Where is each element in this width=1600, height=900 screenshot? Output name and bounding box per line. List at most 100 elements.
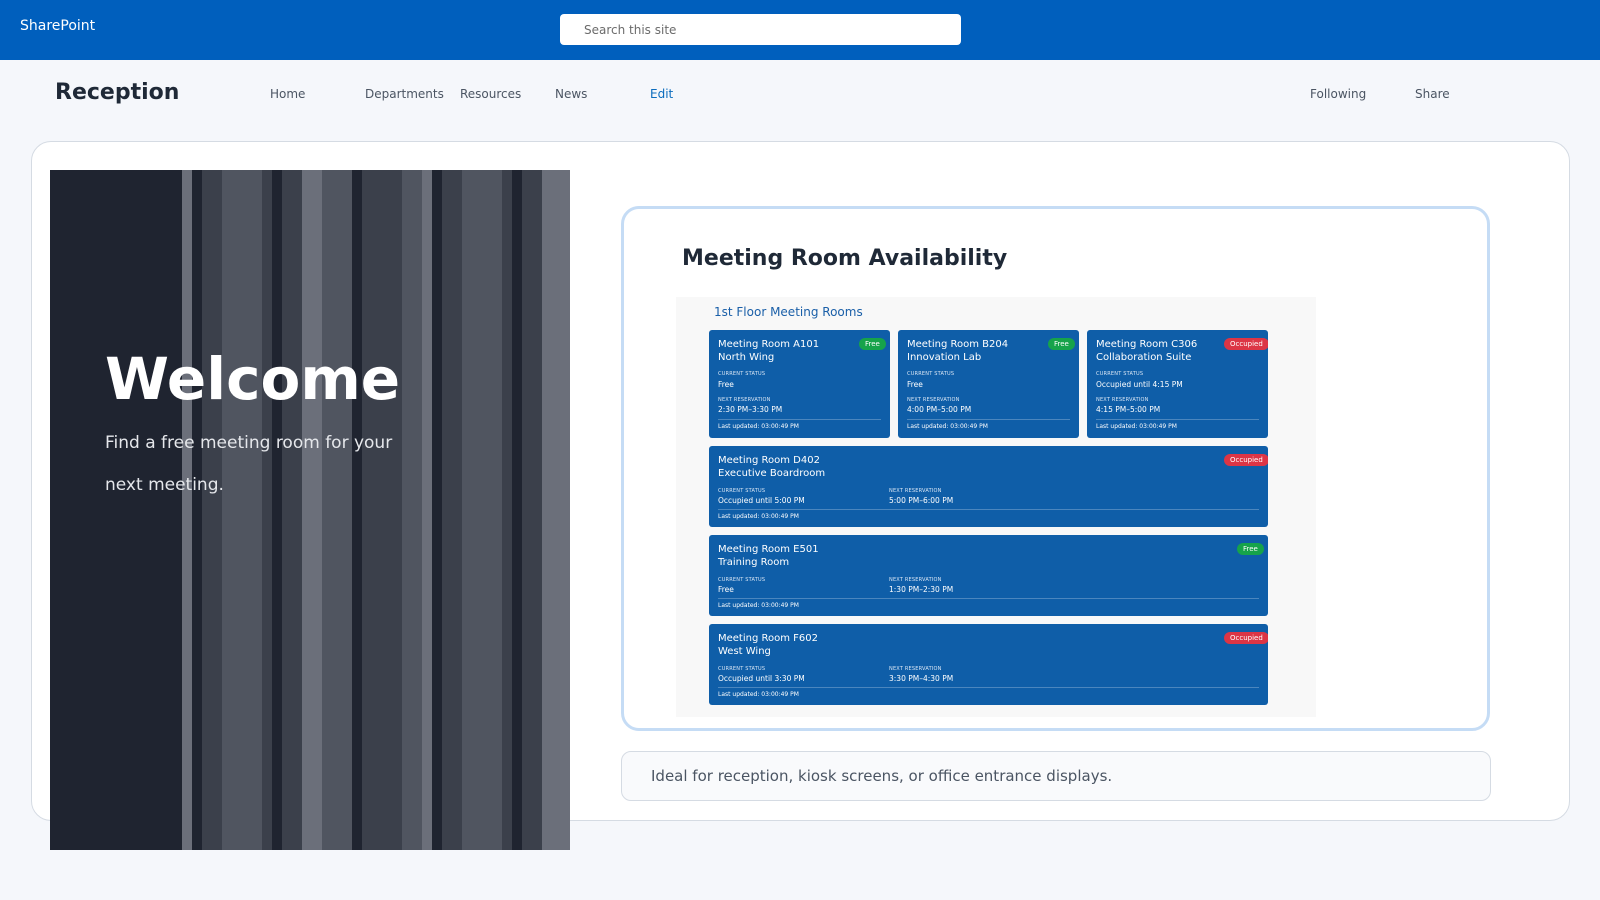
room-card[interactable]: Meeting Room C306 Collaboration Suite Occu…	[1087, 330, 1268, 438]
last-updated: Last updated: 03:00:49 PM	[718, 513, 799, 520]
next-reservation-value: 3:30 PM–4:30 PM	[889, 674, 954, 683]
nav-edit[interactable]: Edit	[650, 87, 673, 101]
hero-stripe	[482, 170, 502, 850]
room-availability-widget: Meeting Room Availability 1st Floor Meet…	[621, 206, 1490, 731]
current-status-value: Occupied until 5:00 PM	[718, 496, 805, 505]
card-divider	[907, 419, 1070, 420]
room-location: Collaboration Suite	[1096, 352, 1192, 363]
current-status-label: CURRENT STATUS	[718, 371, 766, 377]
status-badge: Occupied	[1224, 454, 1268, 466]
search-input[interactable]	[584, 14, 944, 45]
share-button[interactable]: Share	[1415, 87, 1450, 101]
hero-stripe	[402, 170, 422, 850]
current-status-value: Free	[907, 380, 923, 389]
status-badge: Occupied	[1224, 632, 1268, 644]
hero-banner: Welcome Find a free meeting room for you…	[50, 170, 570, 850]
room-location: Innovation Lab	[907, 352, 982, 363]
next-reservation-label: NEXT RESERVATION	[889, 666, 942, 672]
room-card[interactable]: Meeting Room F602 West Wing Occupied CURREN…	[709, 624, 1268, 705]
room-name-block: Meeting Room C306 Collaboration Suite	[1096, 338, 1197, 364]
next-reservation-value: 4:15 PM–5:00 PM	[1096, 405, 1161, 414]
room-name: Meeting Room E501	[718, 544, 819, 555]
app-name[interactable]: SharePoint	[20, 18, 95, 34]
room-card[interactable]: Meeting Room B204 Innovation Lab Free CURRE…	[898, 330, 1079, 438]
room-location: Executive Boardroom	[718, 468, 826, 479]
widget-title: Meeting Room Availability	[682, 246, 1008, 271]
room-name: Meeting Room C306	[1096, 339, 1198, 350]
hero-stripe	[422, 170, 432, 850]
next-reservation-value: 5:00 PM–6:00 PM	[889, 496, 954, 505]
hero-stripe	[182, 170, 192, 850]
floor-title: 1st Floor Meeting Rooms	[714, 305, 863, 319]
current-status-label: CURRENT STATUS	[718, 488, 766, 494]
site-header: Reception Home Departments Resources New…	[0, 60, 1600, 140]
last-updated: Last updated: 03:00:49 PM	[718, 691, 799, 698]
nav-news[interactable]: News	[555, 87, 587, 101]
card-divider	[718, 509, 1259, 510]
room-name: Meeting Room D402	[718, 455, 820, 466]
last-updated: Last updated: 03:00:49 PM	[1096, 423, 1177, 430]
current-status-value: Occupied until 4:15 PM	[1096, 380, 1183, 389]
hero-stripe	[342, 170, 352, 850]
next-reservation-label: NEXT RESERVATION	[907, 397, 960, 403]
room-name: Meeting Room F602	[718, 633, 818, 644]
following-button[interactable]: Following	[1310, 87, 1366, 101]
current-status-label: CURRENT STATUS	[907, 371, 955, 377]
last-updated: Last updated: 03:00:49 PM	[718, 602, 799, 609]
room-name: Meeting Room A101	[718, 339, 820, 350]
hero-stripe	[562, 170, 570, 850]
nav-departments[interactable]: Departments	[365, 87, 444, 101]
room-name-block: Meeting Room D402 Executive Boardroom	[718, 454, 825, 480]
room-name-block: Meeting Room A101 North Wing	[718, 338, 819, 364]
current-status-value: Occupied until 3:30 PM	[718, 674, 805, 683]
hero-stripe	[282, 170, 302, 850]
search-box[interactable]	[560, 14, 961, 45]
hero-title: Welcome	[105, 345, 401, 413]
hero-stripe	[242, 170, 262, 850]
nav-resources[interactable]: Resources	[460, 87, 521, 101]
hero-stripe	[322, 170, 342, 850]
hero-stripe	[362, 170, 382, 850]
room-card[interactable]: Meeting Room A101 North Wing Free CURRENT S…	[709, 330, 890, 438]
next-reservation-label: NEXT RESERVATION	[718, 397, 771, 403]
hero-stripe	[202, 170, 222, 850]
room-panel: 1st Floor Meeting Rooms Meeting Room A10…	[676, 297, 1316, 717]
last-updated: Last updated: 03:00:49 PM	[718, 423, 799, 430]
card-divider	[718, 419, 881, 420]
status-badge: Free	[1237, 543, 1264, 555]
current-status-label: CURRENT STATUS	[1096, 371, 1144, 377]
room-location: West Wing	[718, 646, 771, 657]
next-reservation-value: 4:00 PM–5:00 PM	[907, 405, 972, 414]
card-divider	[718, 598, 1259, 599]
next-reservation-label: NEXT RESERVATION	[1096, 397, 1149, 403]
last-updated: Last updated: 03:00:49 PM	[907, 423, 988, 430]
next-reservation-label: NEXT RESERVATION	[889, 577, 942, 583]
current-status-label: CURRENT STATUS	[718, 666, 766, 672]
site-title[interactable]: Reception	[55, 80, 179, 105]
footer-note-text: Ideal for reception, kiosk screens, or o…	[651, 767, 1113, 785]
hero-subtitle: Find a free meeting room for your next m…	[105, 433, 393, 495]
nav-home[interactable]: Home	[270, 87, 305, 101]
hero-stripe	[442, 170, 462, 850]
status-badge: Free	[1048, 338, 1075, 350]
current-status-value: Free	[718, 585, 734, 594]
card-divider	[1096, 419, 1259, 420]
hero-stripe	[302, 170, 322, 850]
current-status-value: Free	[718, 380, 734, 389]
next-reservation-value: 1:30 PM–2:30 PM	[889, 585, 954, 594]
footer-note: Ideal for reception, kiosk screens, or o…	[621, 751, 1491, 801]
current-status-label: CURRENT STATUS	[718, 577, 766, 583]
hero-stripe	[542, 170, 562, 850]
hero-stripe	[522, 170, 542, 850]
hero-stripe	[262, 170, 272, 850]
next-reservation-value: 2:30 PM–3:30 PM	[718, 405, 783, 414]
room-name: Meeting Room B204	[907, 339, 1009, 350]
suite-bar: SharePoint	[0, 0, 1600, 60]
status-badge: Free	[859, 338, 886, 350]
room-location: North Wing	[718, 352, 775, 363]
room-card[interactable]: Meeting Room E501 Training Room Free CURREN…	[709, 535, 1268, 616]
room-name-block: Meeting Room B204 Innovation Lab	[907, 338, 1008, 364]
hero-stripe	[462, 170, 482, 850]
hero-stripe	[382, 170, 402, 850]
room-card[interactable]: Meeting Room D402 Executive Boardroom Occu…	[709, 446, 1268, 527]
